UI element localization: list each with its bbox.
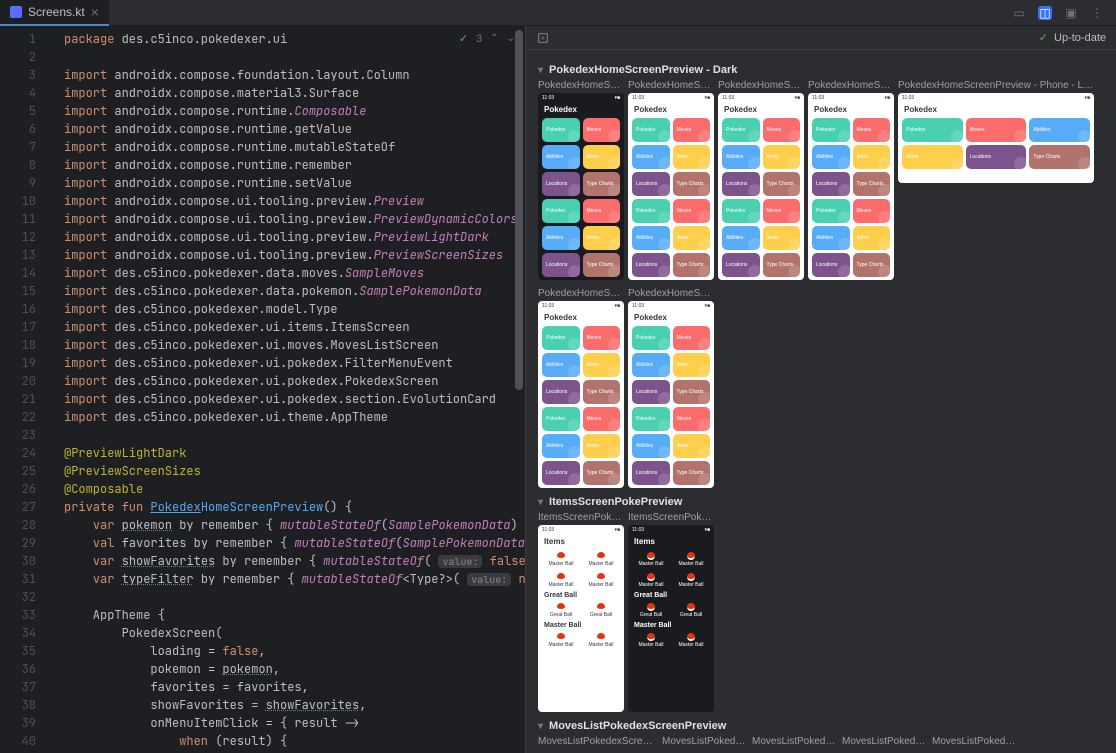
inspection-hints[interactable]: ✓ 3 ⌃ ⌄	[459, 32, 515, 45]
main-area: ✓ 3 ⌃ ⌄ 12345678910111213141516171819202…	[0, 26, 1116, 753]
tab-filename: Screens.kt	[28, 5, 85, 19]
more-icon[interactable]: ⋮	[1090, 6, 1104, 20]
preview-group-header[interactable]: ▾ItemsScreenPokePreview	[538, 496, 1104, 508]
refresh-icon[interactable]	[536, 31, 550, 45]
preview-label: MovesListPokedexScr...	[752, 736, 838, 747]
editor-content[interactable]: 1234567891011121314151617181920212223242…	[0, 26, 525, 753]
preview-thumbnail[interactable]: 11:03▾■PokedexPokedexMovesAbilitiesItems…	[628, 301, 714, 488]
preview-label: PokedexHomeScreenP...	[628, 288, 714, 299]
chevron-up-icon[interactable]: ⌃	[490, 33, 498, 44]
kotlin-file-icon	[10, 6, 22, 18]
preview-group-header[interactable]: ▾PokedexHomeScreenPreview - Dark	[538, 64, 1104, 76]
preview-label: PokedexHomeScreenP...	[538, 80, 624, 91]
tab-bar: Screens.kt × ▭ ◫ ▣ ⋮	[0, 0, 1116, 26]
split-view-icon[interactable]: ◫	[1038, 6, 1052, 20]
preview-thumbnail[interactable]: 11:03▾■PokedexPokedexMovesAbilitiesItems…	[718, 93, 804, 280]
preview-thumbnail[interactable]: 11:03▾■PokedexPokedexMovesAbilitiesItems…	[808, 93, 894, 280]
preview-header: ✓ Up-to-date	[526, 26, 1116, 50]
preview-thumbnail[interactable]: 11:03▾■PokedexPokedexMovesAbilitiesItems…	[628, 93, 714, 280]
preview-label: PokedexHomeScreenP...	[718, 80, 804, 91]
preview-label: MovesListPokedexScreenPreview	[538, 736, 658, 747]
preview-thumbnail[interactable]: 11:03▾■PokedexPokedexMovesAbilitiesItems…	[898, 93, 1094, 183]
chevron-down-icon: ▾	[538, 65, 543, 76]
hints-count: 3	[476, 33, 482, 45]
code-area[interactable]: package des.c5inco.pokedexer.uiimport an…	[56, 26, 525, 753]
preview-label: PokedexHomeScreenP...	[538, 288, 624, 299]
chevron-down-icon[interactable]: ⌄	[507, 33, 515, 44]
chevron-down-icon: ▾	[538, 497, 543, 508]
preview-body[interactable]: ▾PokedexHomeScreenPreview - Dark PokedexH…	[526, 50, 1116, 753]
preview-label: MovesListPokedexScr...	[932, 736, 1018, 747]
preview-label: PokedexHomeScreenPreview - Phone - Lands…	[898, 80, 1094, 91]
design-view-icon[interactable]: ▣	[1064, 6, 1078, 20]
code-view-icon[interactable]: ▭	[1012, 6, 1026, 20]
chevron-down-icon: ▾	[538, 721, 543, 732]
check-icon: ✓	[459, 32, 468, 45]
file-tab[interactable]: Screens.kt ×	[0, 0, 109, 26]
preview-pane: ✓ Up-to-date ▾PokedexHomeScreenPreview -…	[526, 26, 1116, 753]
preview-label: MovesListPokedexScr...	[662, 736, 748, 747]
preview-group-header[interactable]: ▾MovesListPokedexScreenPreview	[538, 720, 1104, 732]
preview-label: MovesListPokedexScr...	[842, 736, 928, 747]
scrollbar-thumb[interactable]	[515, 30, 523, 390]
preview-thumbnail[interactable]: 11:03▾■PokedexPokedexMovesAbilitiesItems…	[538, 301, 624, 488]
preview-label: PokedexHomeScreenP...	[628, 80, 714, 91]
tab-bar-actions: ▭ ◫ ▣ ⋮	[1012, 6, 1116, 20]
preview-thumbnail[interactable]: 11:03▾■PokedexPokedexMovesAbilitiesItems…	[538, 93, 624, 280]
preview-status: ✓ Up-to-date	[1039, 31, 1106, 44]
preview-label: PokedexHomeScreenP...	[808, 80, 894, 91]
preview-thumbnail[interactable]: 11:03▾■ItemsMaster BallMaster BallMaster…	[538, 525, 624, 712]
editor-scrollbar[interactable]	[513, 26, 525, 753]
preview-label: ItemsScreenPokePrevi...	[538, 512, 624, 523]
preview-thumbnail[interactable]: 11:03▾■ItemsMaster BallMaster BallMaster…	[628, 525, 714, 712]
close-icon[interactable]: ×	[91, 5, 99, 19]
line-gutter: 1234567891011121314151617181920212223242…	[0, 26, 56, 753]
editor-pane: ✓ 3 ⌃ ⌄ 12345678910111213141516171819202…	[0, 26, 526, 753]
preview-label: ItemsScreenPokePrevi...	[628, 512, 714, 523]
check-icon: ✓	[1039, 31, 1048, 44]
